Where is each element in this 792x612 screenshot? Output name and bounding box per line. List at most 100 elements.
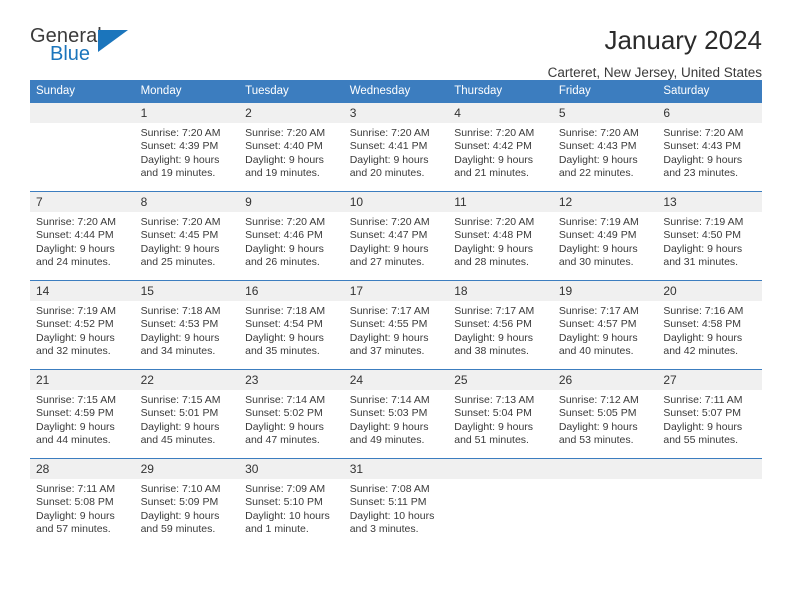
daylight-text-line1: Daylight: 9 hours — [245, 420, 324, 433]
calendar-day-cell[interactable]: 20 Sunrise: 7:16 AM Sunset: 4:58 PM Dayligh… — [657, 280, 762, 370]
day-sun-info: Sunrise: 7:20 AM Sunset: 4:45 PM Daylight:… — [135, 212, 240, 270]
calendar-day-cell[interactable]: 10 Sunrise: 7:20 AM Sunset: 4:47 PM Dayligh… — [343, 191, 449, 281]
calendar-day-cell[interactable]: 15 Sunrise: 7:18 AM Sunset: 4:53 PM Dayligh… — [134, 280, 240, 370]
day-number — [657, 459, 762, 479]
day-sun-info: Sunrise: 7:20 AM Sunset: 4:42 PM Daylight:… — [448, 123, 553, 181]
daylight-text-line1: Daylight: 9 hours — [454, 153, 534, 166]
sunset-text: Sunset: 5:11 PM — [349, 496, 427, 509]
day-sun-info: Sunrise: 7:14 AM Sunset: 5:02 PM Daylight:… — [239, 390, 344, 448]
weekday-header-thursday: Thursday — [448, 80, 553, 103]
calendar-day-cell-empty — [657, 458, 762, 548]
day-sun-info: Sunrise: 7:17 AM Sunset: 4:56 PM Daylight:… — [448, 301, 553, 359]
calendar-day-cell[interactable]: 22 Sunrise: 7:15 AM Sunset: 5:01 PM Dayligh… — [134, 369, 240, 459]
calendar-week-row: 7 Sunrise: 7:20 AM Sunset: 4:44 PM Daylight… — [30, 191, 762, 281]
calendar-day-cell[interactable]: 9 Sunrise: 7:20 AM Sunset: 4:46 PM Daylight… — [239, 191, 344, 281]
calendar-day-cell[interactable]: 25 Sunrise: 7:13 AM Sunset: 5:04 PM Dayligh… — [448, 369, 553, 459]
sunset-text: Sunset: 4:48 PM — [454, 229, 532, 242]
sunset-text: Sunset: 5:07 PM — [663, 407, 742, 420]
daylight-text-line2: and 31 minutes. — [663, 256, 739, 269]
day-sun-info: Sunrise: 7:15 AM Sunset: 4:59 PM Daylight:… — [30, 390, 135, 448]
day-sun-info: Sunrise: 7:08 AM Sunset: 5:11 PM Daylight:… — [344, 479, 449, 537]
calendar-day-cell[interactable]: 17 Sunrise: 7:17 AM Sunset: 4:55 PM Dayligh… — [343, 280, 449, 370]
sunset-text: Sunset: 5:05 PM — [558, 407, 637, 420]
sunrise-text: Sunrise: 7:15 AM — [36, 394, 116, 406]
day-number: 26 — [552, 370, 658, 390]
calendar-day-cell[interactable]: 14 Sunrise: 7:19 AM Sunset: 4:52 PM Dayligh… — [30, 280, 135, 370]
sunset-text: Sunset: 4:58 PM — [663, 318, 742, 331]
daylight-text-line2: and 34 minutes. — [140, 345, 216, 358]
sunrise-text: Sunrise: 7:10 AM — [140, 483, 221, 495]
sunset-text: Sunset: 4:49 PM — [558, 229, 637, 242]
sunrise-text: Sunrise: 7:19 AM — [663, 216, 744, 228]
calendar-day-cell[interactable]: 11 Sunrise: 7:20 AM Sunset: 4:48 PM Dayligh… — [448, 191, 553, 281]
calendar-day-cell[interactable]: 30 Sunrise: 7:09 AM Sunset: 5:10 PM Dayligh… — [239, 458, 344, 548]
daylight-text-line2: and 23 minutes. — [663, 167, 739, 180]
general-blue-logo[interactable]: General Blue — [30, 26, 140, 74]
day-sun-info: Sunrise: 7:10 AM Sunset: 5:09 PM Daylight:… — [135, 479, 240, 537]
day-sun-info: Sunrise: 7:20 AM Sunset: 4:41 PM Daylight:… — [344, 123, 449, 181]
daylight-text-line2: and 19 minutes. — [140, 167, 216, 180]
calendar-day-cell[interactable]: 28 Sunrise: 7:11 AM Sunset: 5:08 PM Dayligh… — [30, 458, 135, 548]
sunrise-text: Sunrise: 7:16 AM — [663, 305, 744, 317]
logo-word-blue: Blue — [50, 43, 91, 65]
calendar-day-cell[interactable]: 21 Sunrise: 7:15 AM Sunset: 4:59 PM Dayligh… — [30, 369, 135, 459]
daylight-text-line2: and 49 minutes. — [349, 434, 425, 447]
sunset-text: Sunset: 4:47 PM — [349, 229, 428, 242]
daylight-text-line2: and 37 minutes. — [349, 345, 425, 358]
daylight-text-line1: Daylight: 9 hours — [558, 420, 638, 433]
calendar-day-cell[interactable]: 23 Sunrise: 7:14 AM Sunset: 5:02 PM Dayligh… — [239, 369, 344, 459]
calendar-day-cell[interactable]: 3 Sunrise: 7:20 AM Sunset: 4:41 PM Daylight… — [343, 102, 449, 192]
sunrise-text: Sunrise: 7:20 AM — [140, 127, 221, 139]
day-number — [552, 459, 658, 479]
sunrise-text: Sunrise: 7:18 AM — [140, 305, 221, 317]
daylight-text-line1: Daylight: 9 hours — [36, 242, 115, 255]
calendar-day-cell[interactable]: 29 Sunrise: 7:10 AM Sunset: 5:09 PM Dayligh… — [134, 458, 240, 548]
daylight-text-line1: Daylight: 9 hours — [140, 331, 220, 344]
calendar-day-cell[interactable]: 7 Sunrise: 7:20 AM Sunset: 4:44 PM Daylight… — [30, 191, 135, 281]
day-sun-info: Sunrise: 7:12 AM Sunset: 5:05 PM Daylight:… — [553, 390, 658, 448]
weekday-header-saturday: Saturday — [657, 80, 762, 103]
calendar-day-cell[interactable]: 8 Sunrise: 7:20 AM Sunset: 4:45 PM Daylight… — [134, 191, 240, 281]
title-block: January 2024 Carteret, New Jersey, Unite… — [140, 26, 762, 80]
day-sun-info: Sunrise: 7:19 AM Sunset: 4:50 PM Daylight:… — [657, 212, 762, 270]
sunset-text: Sunset: 4:45 PM — [140, 229, 219, 242]
sunset-text: Sunset: 5:04 PM — [454, 407, 532, 420]
sunset-text: Sunset: 4:59 PM — [36, 407, 114, 420]
sunrise-text: Sunrise: 7:12 AM — [558, 394, 639, 406]
calendar-day-cell[interactable]: 16 Sunrise: 7:18 AM Sunset: 4:54 PM Dayligh… — [239, 280, 344, 370]
calendar-day-cell[interactable]: 4 Sunrise: 7:20 AM Sunset: 4:42 PM Daylight… — [448, 102, 553, 192]
sunrise-text: Sunrise: 7:13 AM — [454, 394, 535, 406]
calendar-day-cell[interactable]: 27 Sunrise: 7:11 AM Sunset: 5:07 PM Dayligh… — [657, 369, 762, 459]
day-number — [448, 459, 553, 479]
day-sun-info: Sunrise: 7:11 AM Sunset: 5:07 PM Daylight:… — [657, 390, 762, 448]
sunset-text: Sunset: 5:08 PM — [36, 496, 114, 509]
calendar-day-cell[interactable]: 1 Sunrise: 7:20 AM Sunset: 4:39 PM Daylight… — [134, 102, 240, 192]
calendar-day-cell[interactable]: 31 Sunrise: 7:08 AM Sunset: 5:11 PM Dayligh… — [343, 458, 449, 548]
day-sun-info: Sunrise: 7:11 AM Sunset: 5:08 PM Daylight:… — [30, 479, 135, 537]
day-number: 4 — [448, 103, 553, 123]
calendar-day-cell[interactable]: 5 Sunrise: 7:20 AM Sunset: 4:43 PM Daylight… — [552, 102, 658, 192]
calendar-day-cell[interactable]: 19 Sunrise: 7:17 AM Sunset: 4:57 PM Dayligh… — [552, 280, 658, 370]
day-number: 3 — [343, 103, 449, 123]
day-sun-info: Sunrise: 7:18 AM Sunset: 4:53 PM Daylight:… — [135, 301, 240, 359]
calendar-day-cell[interactable]: 12 Sunrise: 7:19 AM Sunset: 4:49 PM Dayligh… — [552, 191, 658, 281]
daylight-text-line1: Daylight: 9 hours — [349, 153, 429, 166]
calendar-day-cell[interactable]: 26 Sunrise: 7:12 AM Sunset: 5:05 PM Dayligh… — [552, 369, 658, 459]
calendar-day-cell[interactable]: 13 Sunrise: 7:19 AM Sunset: 4:50 PM Dayligh… — [657, 191, 762, 281]
sunrise-text: Sunrise: 7:17 AM — [349, 305, 430, 317]
day-number: 21 — [30, 370, 135, 390]
daylight-text-line1: Daylight: 9 hours — [454, 420, 534, 433]
sunrise-text: Sunrise: 7:20 AM — [36, 216, 116, 228]
daylight-text-line2: and 24 minutes. — [36, 256, 111, 269]
daylight-text-line2: and 59 minutes. — [140, 523, 216, 536]
page-subtitle: Carteret, New Jersey, United States — [547, 64, 762, 80]
calendar-day-cell[interactable]: 6 Sunrise: 7:20 AM Sunset: 4:43 PM Daylight… — [657, 102, 762, 192]
daylight-text-line1: Daylight: 9 hours — [245, 242, 324, 255]
day-number: 5 — [552, 103, 658, 123]
day-number: 23 — [239, 370, 344, 390]
day-number: 15 — [134, 281, 240, 301]
calendar-day-cell[interactable]: 2 Sunrise: 7:20 AM Sunset: 4:40 PM Daylight… — [239, 102, 344, 192]
calendar-day-cell[interactable]: 24 Sunrise: 7:14 AM Sunset: 5:03 PM Dayligh… — [343, 369, 449, 459]
calendar-day-cell[interactable]: 18 Sunrise: 7:17 AM Sunset: 4:56 PM Dayligh… — [448, 280, 553, 370]
daylight-text-line2: and 35 minutes. — [245, 345, 320, 358]
